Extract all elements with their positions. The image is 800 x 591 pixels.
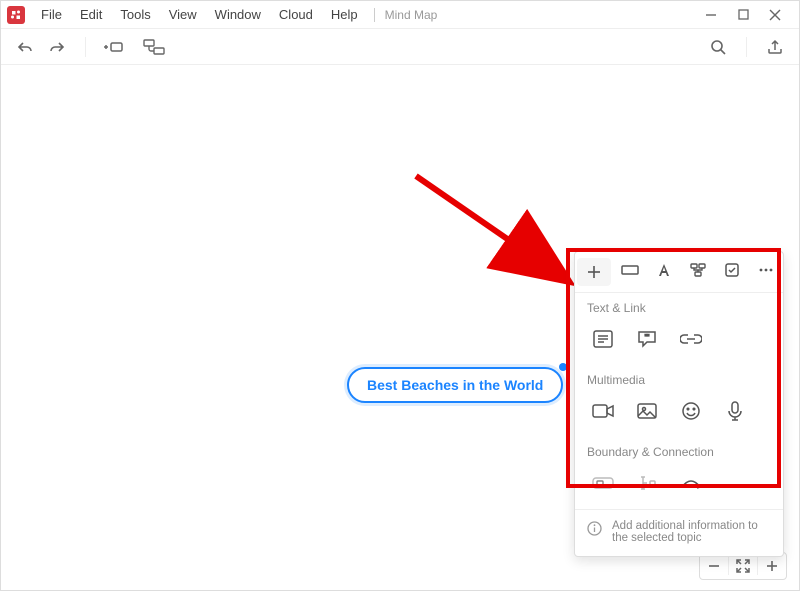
menu-cloud[interactable]: Cloud (271, 3, 321, 26)
menu-window[interactable]: Window (207, 3, 269, 26)
panel-tab-structure[interactable] (681, 256, 715, 284)
search-button[interactable] (706, 35, 730, 59)
add-topic-button[interactable] (102, 35, 126, 59)
window-maximize-button[interactable] (735, 7, 751, 23)
window-controls (703, 7, 793, 23)
panel-footer-text: Add additional information to the select… (612, 520, 771, 544)
toolbar-divider (85, 37, 86, 57)
insert-relationship-button[interactable] (675, 469, 707, 497)
panel-section-multimedia: Multimedia (575, 365, 783, 437)
svg-text:"": "" (645, 335, 649, 341)
central-topic[interactable]: Best Beaches in the World (347, 367, 563, 403)
panel-tab-insert[interactable] (577, 258, 611, 286)
menu-tools[interactable]: Tools (112, 3, 158, 26)
panel-tab-task[interactable] (715, 256, 749, 284)
insert-image-button[interactable] (631, 397, 663, 425)
redo-button[interactable] (45, 35, 69, 59)
document-title: Mind Map (383, 8, 438, 22)
app-logo-icon (7, 6, 25, 24)
add-subtopic-button[interactable] (142, 35, 166, 59)
insert-audio-button[interactable] (719, 397, 751, 425)
menu-view[interactable]: View (161, 3, 205, 26)
toolbar-divider (746, 37, 747, 57)
insert-comment-button[interactable]: "" (631, 325, 663, 353)
panel-section-text-link: Text & Link "" (575, 293, 783, 365)
window-minimize-button[interactable] (703, 7, 719, 23)
panel-tab-shape[interactable] (613, 256, 647, 284)
insert-link-button[interactable] (675, 325, 707, 353)
menu-help[interactable]: Help (323, 3, 366, 26)
info-icon (587, 521, 602, 536)
insert-note-button[interactable] (587, 325, 619, 353)
panel-section-title: Multimedia (587, 373, 771, 387)
insert-boundary-button[interactable] (587, 469, 619, 497)
menu-divider (374, 8, 375, 22)
panel-tabs (575, 252, 783, 293)
window-close-button[interactable] (767, 7, 783, 23)
menubar: File Edit Tools View Window Cloud Help M… (1, 1, 799, 29)
toolbar (1, 29, 799, 65)
menu-edit[interactable]: Edit (72, 3, 110, 26)
panel-tab-font[interactable] (647, 256, 681, 284)
undo-button[interactable] (13, 35, 37, 59)
panel-footer: Add additional information to the select… (575, 509, 783, 556)
panel-section-boundary: Boundary & Connection (575, 437, 783, 509)
panel-section-title: Boundary & Connection (587, 445, 771, 459)
panel-tab-more[interactable] (749, 256, 783, 284)
menu-file[interactable]: File (33, 3, 70, 26)
insert-emoji-button[interactable] (675, 397, 707, 425)
share-button[interactable] (763, 35, 787, 59)
insert-summary-button[interactable] (631, 469, 663, 497)
insert-video-button[interactable] (587, 397, 619, 425)
panel-section-title: Text & Link (587, 301, 771, 315)
properties-panel: Text & Link "" Multimedia (574, 251, 784, 557)
